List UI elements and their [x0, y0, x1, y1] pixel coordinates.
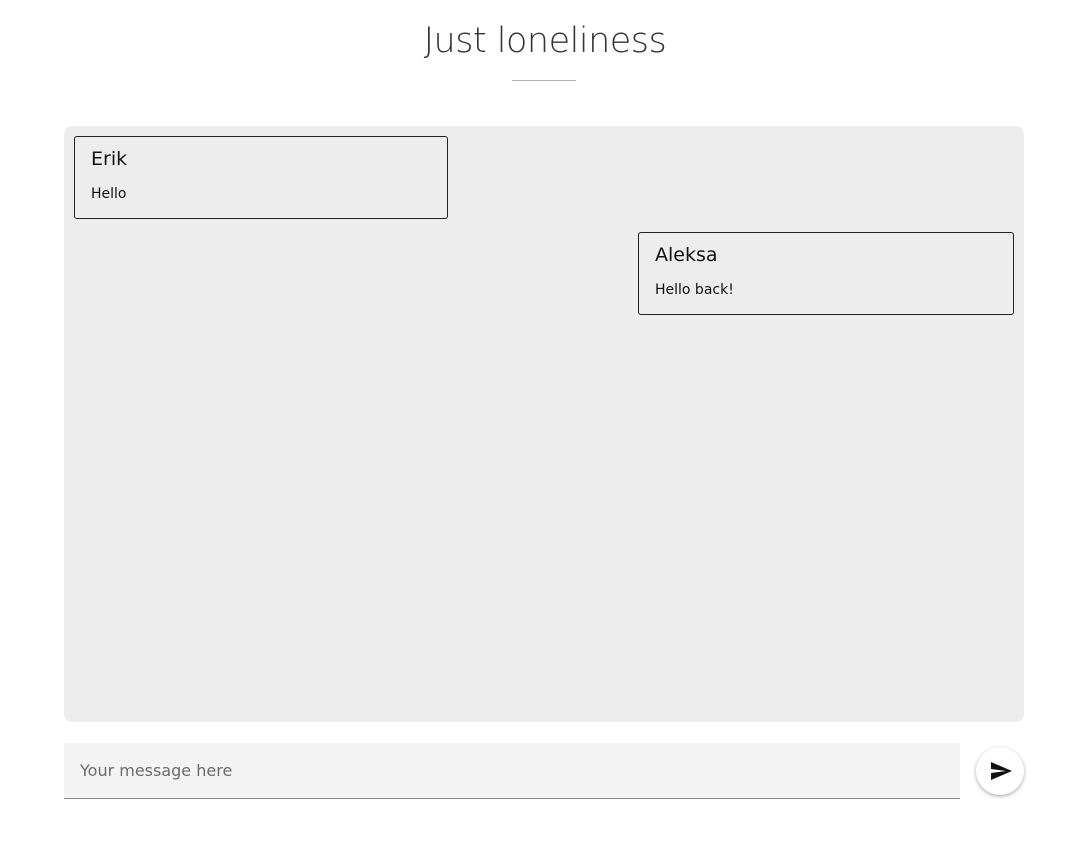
message-text: Hello back!	[655, 282, 734, 298]
send-icon	[991, 762, 1012, 780]
message-text: Hello	[91, 186, 127, 202]
title-divider	[512, 80, 576, 81]
page-title: Just loneliness	[423, 21, 667, 61]
message-composer	[64, 743, 960, 799]
message-author: Erik	[91, 148, 128, 170]
message-bubble: Erik Hello	[74, 136, 448, 219]
send-button[interactable]	[976, 747, 1024, 795]
message-author: Aleksa	[655, 244, 718, 266]
chat-panel[interactable]: Erik Hello Aleksa Hello back!	[64, 126, 1024, 722]
message-bubble: Aleksa Hello back!	[638, 232, 1014, 315]
message-input[interactable]	[64, 743, 960, 798]
page: Just loneliness Erik Hello Aleksa Hello …	[0, 0, 1090, 848]
